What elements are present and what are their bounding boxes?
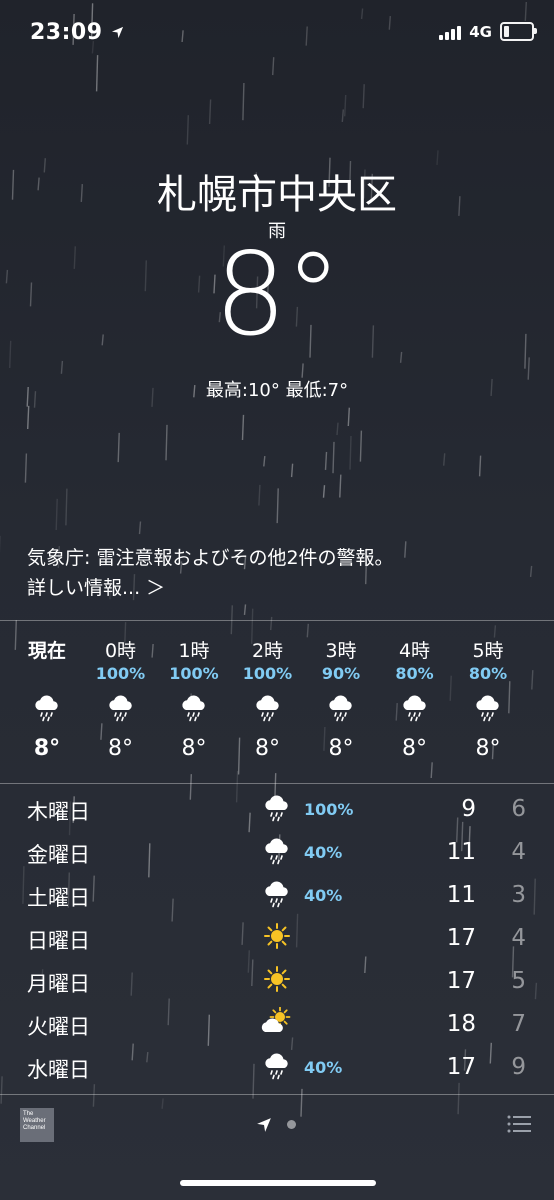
hour-temp: 8° xyxy=(328,736,354,761)
network-type: 4G xyxy=(469,22,492,41)
day-high: 18 xyxy=(446,1011,476,1037)
rain-cloud-icon xyxy=(262,1050,292,1084)
sun-icon xyxy=(262,964,292,998)
daily-row: 木曜日 100% 9 6 xyxy=(0,790,554,833)
hour-label: 3時 xyxy=(325,640,357,662)
hour-label: 4時 xyxy=(398,640,431,662)
daily-row: 水曜日 40% 17 9 xyxy=(0,1048,554,1091)
day-precip: 40% xyxy=(304,886,343,905)
day-low: 7 xyxy=(511,1011,526,1037)
hour-temp: 8° xyxy=(475,736,501,761)
day-precip: 40% xyxy=(304,843,343,862)
hour-temp: 8° xyxy=(402,736,427,761)
day-low: 4 xyxy=(511,925,526,951)
hour-column: 2時 100% 8° xyxy=(233,636,303,766)
hour-precip: 80% xyxy=(395,664,434,683)
hour-label: 0時 xyxy=(104,640,137,662)
hour-label: 5時 xyxy=(472,640,504,662)
hour-precip: 100% xyxy=(242,664,293,683)
day-low: 5 xyxy=(511,968,526,994)
rain-cloud-icon xyxy=(179,692,209,726)
hour-precip: 90% xyxy=(321,664,361,683)
hour-column: 現在 8° xyxy=(12,636,82,766)
city-name: 札幌市中央区 xyxy=(157,172,397,218)
cellular-signal-icon xyxy=(439,24,462,40)
day-name: 木曜日 xyxy=(27,800,90,824)
day-low: 3 xyxy=(511,882,526,908)
status-indicators: 4G xyxy=(439,22,537,41)
day-name: 水曜日 xyxy=(27,1058,90,1082)
rain-cloud-icon xyxy=(400,692,430,726)
hour-temp: 8° xyxy=(255,736,280,761)
hour-column: 1時 100% 8° xyxy=(159,636,229,766)
day-low: 9 xyxy=(511,1054,526,1080)
rain-cloud-icon xyxy=(326,692,356,726)
hour-precip: 80% xyxy=(468,664,508,683)
sun-icon xyxy=(262,921,292,955)
day-high: 11 xyxy=(446,839,476,865)
day-name: 月曜日 xyxy=(27,972,90,996)
hour-column: 5時 80% 8° xyxy=(453,636,523,766)
status-time: 23:09 xyxy=(30,20,103,45)
rain-cloud-icon xyxy=(262,835,292,869)
hour-temp: 8° xyxy=(33,736,61,761)
day-high: 11 xyxy=(446,882,476,908)
high-low: 最高:10° 最低:7° xyxy=(205,380,349,401)
daily-row: 土曜日 40% 11 3 xyxy=(0,876,554,919)
hour-label: 現在 xyxy=(27,640,66,662)
day-low: 6 xyxy=(511,796,526,822)
hour-label: 日 xyxy=(527,636,554,663)
weather-channel-logo[interactable]: The Weather Channel xyxy=(20,1108,54,1142)
hour-column: 日 xyxy=(527,636,554,766)
day-high: 17 xyxy=(446,968,476,994)
day-name: 土曜日 xyxy=(27,886,90,910)
home-indicator[interactable] xyxy=(180,1180,376,1186)
daily-row: 月曜日 17 5 xyxy=(0,962,554,1005)
weather-alert[interactable]: 気象庁: 雷注意報およびその他2件の警報。 詳しい情報... ＞ xyxy=(27,543,394,603)
day-precip: 100% xyxy=(304,800,354,819)
rain-cloud-icon xyxy=(253,692,283,726)
hour-label: 1時 xyxy=(178,640,210,662)
alert-text: 気象庁: 雷注意報およびその他2件の警報。 xyxy=(27,547,394,569)
hour-precip: 100% xyxy=(95,664,146,683)
day-high: 17 xyxy=(446,925,476,951)
hour-column: 3時 90% 8° xyxy=(306,636,376,766)
daily-row: 日曜日 17 4 xyxy=(0,919,554,962)
rain-cloud-icon xyxy=(262,792,292,826)
hour-temp: 8° xyxy=(181,736,207,761)
alert-more-link[interactable]: 詳しい情報... ＞ xyxy=(27,573,394,603)
day-name: 火曜日 xyxy=(27,1015,90,1039)
divider-hourly xyxy=(0,783,554,784)
rain-cloud-icon xyxy=(106,692,136,726)
day-precip: 40% xyxy=(304,1058,343,1077)
daily-row: 金曜日 40% 11 4 xyxy=(0,833,554,876)
battery-icon xyxy=(500,22,537,41)
hour-column: 4時 80% 8° xyxy=(380,636,450,766)
hour-column: 0時 100% 8° xyxy=(86,636,156,766)
location-arrow-icon xyxy=(111,20,124,45)
divider-bottom xyxy=(0,1094,554,1095)
status-time-group: 23:09 xyxy=(30,20,124,45)
hour-precip: 100% xyxy=(169,664,219,683)
current-temperature: 8° xyxy=(214,228,342,361)
divider-top xyxy=(0,620,554,621)
partly-cloudy-icon xyxy=(260,1006,294,1041)
daily-row: 火曜日 18 7 xyxy=(0,1005,554,1048)
day-name: 金曜日 xyxy=(27,843,90,867)
current-location-icon[interactable] xyxy=(256,1117,272,1137)
city-list-icon[interactable] xyxy=(507,1115,531,1137)
day-high: 17 xyxy=(446,1054,476,1080)
hour-temp: 8° xyxy=(108,736,133,761)
rain-cloud-icon xyxy=(473,692,503,726)
hour-label: 2時 xyxy=(251,640,284,662)
rain-cloud-icon xyxy=(262,878,292,912)
rain-cloud-icon xyxy=(32,692,62,726)
page-indicator-dot[interactable] xyxy=(287,1120,296,1129)
day-name: 日曜日 xyxy=(27,929,90,953)
day-high: 9 xyxy=(461,796,476,822)
day-low: 4 xyxy=(511,839,526,865)
